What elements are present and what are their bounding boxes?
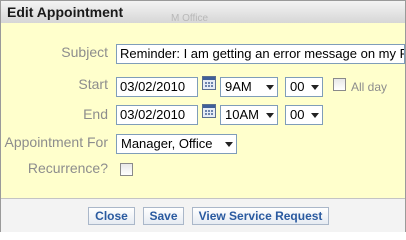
view-service-request-button[interactable]: View Service Request [192,207,329,225]
start-label: Start [78,76,108,92]
end-minute-value: 00 [290,107,305,122]
appointment-for-label: Appointment For [4,134,109,150]
dialog-footer: Close Save View Service Request [1,198,405,232]
end-date-input[interactable]: 03/02/2010 [116,105,198,125]
subject-input[interactable]: Reminder: I am getting an error message … [116,44,405,64]
end-hour-select[interactable]: 10AM [220,105,278,125]
chevron-down-icon [266,113,274,118]
subject-label: Subject [61,44,108,60]
end-hour-value: 10AM [225,107,259,122]
end-calendar-icon[interactable] [202,104,216,118]
all-day-checkbox[interactable] [333,78,346,91]
save-button[interactable]: Save [143,207,184,225]
edit-appointment-dialog: Edit Appointment M Office Subject Remind… [0,0,406,232]
close-button[interactable]: Close [88,207,135,225]
appointment-form: Subject Reminder: I am getting an error … [1,23,405,198]
chevron-down-icon [311,113,319,118]
dialog-title: Edit Appointment [7,4,124,20]
chevron-down-icon [311,85,319,90]
all-day-label: All day [351,80,388,94]
start-minute-select[interactable]: 00 [285,77,323,97]
chevron-down-icon [266,85,274,90]
dialog-titlebar[interactable]: Edit Appointment M Office [1,1,405,24]
recurrence-checkbox[interactable] [120,163,133,176]
start-calendar-icon[interactable] [202,76,216,90]
end-minute-select[interactable]: 00 [285,105,323,125]
start-hour-select[interactable]: 9AM [220,77,278,97]
chevron-down-icon [225,142,233,147]
appointment-for-value: Manager, Office [121,136,213,151]
appointment-for-select[interactable]: Manager, Office [116,134,237,154]
recurrence-label: Recurrence? [27,160,108,176]
start-hour-value: 9AM [225,79,252,94]
start-date-input[interactable]: 03/02/2010 [116,77,198,97]
end-label: End [83,106,108,122]
start-minute-value: 00 [290,79,305,94]
